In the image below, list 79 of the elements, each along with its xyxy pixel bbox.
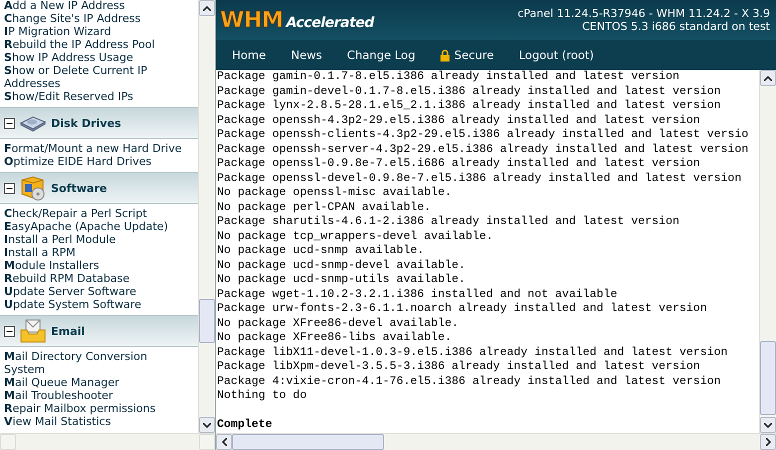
software-box-icon bbox=[19, 174, 47, 202]
output-line: Package openssh-clients-4.3p2-29.el5.i386 already installed and latest versio bbox=[217, 128, 750, 142]
sidebar-link[interactable]: Check/Repair a Perl Script bbox=[4, 207, 188, 220]
collapse-icon[interactable] bbox=[4, 118, 15, 128]
output-line: No package tcp_wrappers-devel available. bbox=[217, 230, 494, 244]
status-text: Complete bbox=[217, 418, 274, 432]
sidebar-link[interactable]: Mail Queue Manager bbox=[4, 376, 188, 389]
section-title: Disk Drives bbox=[51, 116, 122, 130]
scroll-up-icon[interactable] bbox=[760, 70, 776, 86]
collapse-icon[interactable] bbox=[4, 326, 15, 336]
output-line: Package libX11-devel-1.0.3-9.el5.i386 already installed and latest version bbox=[217, 346, 729, 360]
logo-subtitle: Accelerated bbox=[286, 14, 374, 30]
nav-link[interactable]: News bbox=[290, 48, 322, 62]
version-text: cPanel 11.24.5-R37946 - WHM 11.24.2 - X 3.9 bbox=[518, 7, 770, 20]
output-line: No package XFree86-libs available. bbox=[217, 331, 453, 346]
output-line: Package urw-fonts-2.3-6.1.1.noarch already installed and latest version bbox=[217, 302, 708, 316]
output-line: No package ucd-snmp-devel available. bbox=[217, 258, 466, 273]
horizontal-scrollbar[interactable] bbox=[0, 433, 215, 450]
sidebar-link[interactable]: Show/Edit Reserved IPs bbox=[4, 90, 188, 103]
output-line: No package perl-CPAN available. bbox=[217, 200, 432, 215]
output-line: Package openssl-devel-0.9.8e-7.el5.i386 already installed and latest version bbox=[217, 172, 742, 186]
output-line: Package openssh-4.3p2-29.el5.i386 already installed and latest version bbox=[217, 114, 702, 128]
output-line: Package 4:vixie-cron-4.1-76.el5.i386 already installed and latest version bbox=[217, 374, 722, 389]
nav-link[interactable]: Secure bbox=[440, 48, 494, 62]
output-line: Package lynx-2.8.5-28.1.el5_2.1.i386 already installed and latest version bbox=[217, 99, 722, 114]
hard-drive-icon bbox=[19, 114, 47, 132]
scroll-up-icon[interactable] bbox=[199, 0, 215, 16]
scroll-down-icon[interactable] bbox=[199, 417, 215, 433]
mail-tray-icon bbox=[19, 318, 47, 344]
sidebar-link[interactable]: Update System Software bbox=[4, 298, 188, 311]
version-text: CENTOS 5.3 i686 standard on test bbox=[582, 20, 770, 33]
output-line: No package openssl-misc available. bbox=[217, 186, 453, 200]
output-line: No package XFree86-devel available. bbox=[217, 316, 460, 331]
sidebar-link[interactable]: Install a Perl Module bbox=[4, 233, 188, 246]
output-line: Package sharutils-4.6.1-2.i386 already installed and latest version bbox=[217, 215, 680, 230]
output-line: Package wget-1.10.2-3.2.1.i386 installed and not available bbox=[217, 288, 618, 302]
sidebar-link[interactable]: Optimize EIDE Hard Drives bbox=[4, 155, 188, 168]
collapse-icon[interactable] bbox=[4, 182, 15, 194]
sidebar-link[interactable]: Show IP Address Usage bbox=[4, 51, 188, 64]
output-line: Nothing to do bbox=[217, 389, 308, 404]
section-title: Software bbox=[51, 182, 107, 194]
output-line: No package ucd-snmp-utils available. bbox=[217, 273, 466, 288]
section-title: Email bbox=[51, 324, 85, 338]
output-line: Package libXpm-devel-3.5.5-3.i386 already installed and latest version bbox=[217, 360, 702, 374]
output-line: Package gamin-devel-0.1.7-8.el5.i386 already installed and latest version bbox=[217, 84, 722, 99]
output-line: Package openssh-server-4.3p2-29.el5.i386 already installed and latest version bbox=[217, 142, 750, 157]
nav-link[interactable]: Logout (root) bbox=[518, 48, 594, 62]
sidebar-link[interactable]: Module Installers bbox=[4, 259, 188, 272]
nav-link[interactable]: Change Log bbox=[347, 48, 416, 62]
scroll-thumb[interactable] bbox=[232, 434, 384, 450]
scroll-thumb[interactable] bbox=[760, 341, 776, 415]
scroll-right-icon[interactable] bbox=[760, 434, 776, 450]
logo-text: WHM bbox=[220, 8, 284, 32]
vertical-scrollbar[interactable] bbox=[759, 70, 776, 433]
output-line: Package gamin-0.1.7-8.el5.i386 already installed and latest version bbox=[217, 70, 680, 84]
sidebar-link[interactable]: EasyApache (Apache Update) bbox=[4, 220, 188, 233]
sidebar-link[interactable]: Repair Mailbox permissions bbox=[4, 402, 188, 415]
scroll-left-icon[interactable] bbox=[216, 434, 232, 450]
sidebar-link[interactable]: Change Site's IP Address bbox=[4, 12, 188, 25]
sidebar-link[interactable]: Add a New IP Address bbox=[4, 0, 188, 12]
scroll-down-icon[interactable] bbox=[760, 417, 776, 433]
sidebar-link[interactable]: Mail Troubleshooter bbox=[4, 389, 188, 402]
sidebar-link[interactable]: Update Server Software bbox=[4, 285, 188, 298]
sidebar-link[interactable]: Rebuild RPM Database bbox=[4, 272, 188, 285]
lock-icon bbox=[440, 48, 450, 62]
vertical-scrollbar[interactable] bbox=[198, 0, 215, 433]
output-line: No package ucd-snmp available. bbox=[217, 244, 426, 258]
sidebar-link[interactable]: Rebuild the IP Address Pool bbox=[4, 38, 188, 51]
section-header[interactable]: Email bbox=[0, 315, 198, 347]
sidebar-link[interactable]: Install a RPM bbox=[4, 246, 188, 259]
horizontal-scrollbar[interactable] bbox=[216, 433, 776, 450]
sidebar-link[interactable]: Format/Mount a new Hard Drive bbox=[4, 142, 188, 155]
sidebar-link[interactable]: View Mail Statistics bbox=[4, 415, 188, 428]
section-header[interactable]: Software bbox=[0, 172, 198, 204]
scroll-thumb[interactable] bbox=[199, 299, 215, 343]
output-line: Package openssl-0.9.8e-7.el5.i686 already installed and latest version bbox=[217, 157, 702, 172]
section-header[interactable]: Disk Drives bbox=[0, 107, 198, 139]
sidebar-link[interactable]: IP Migration Wizard bbox=[4, 25, 188, 38]
nav-link[interactable]: Home bbox=[232, 48, 266, 62]
